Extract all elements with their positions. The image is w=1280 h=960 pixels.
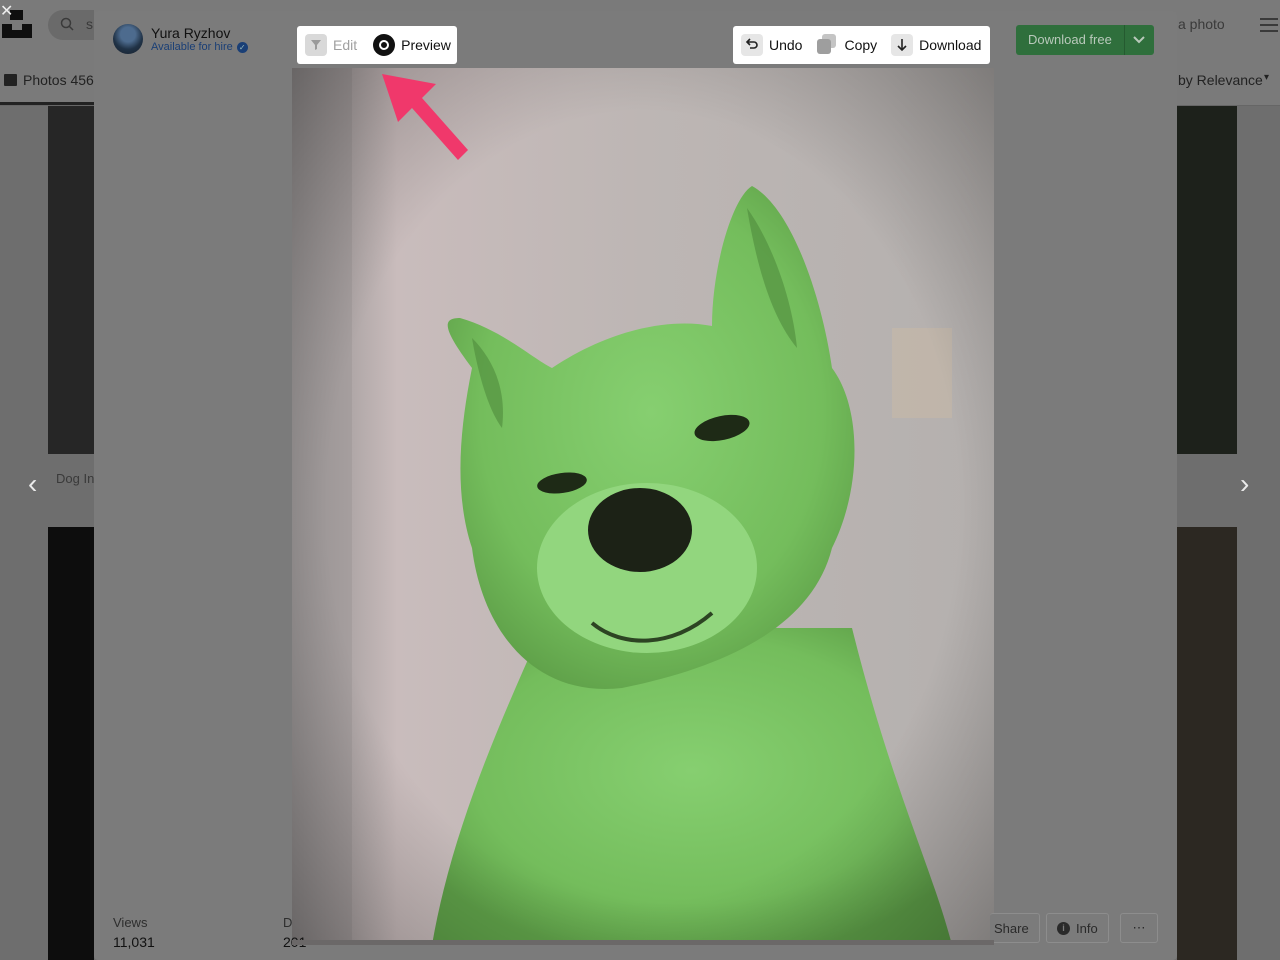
copy-button[interactable]: Copy [816, 33, 877, 58]
undo-button[interactable]: Undo [741, 34, 802, 56]
background-photo-tile[interactable] [48, 106, 94, 454]
copy-label: Copy [844, 37, 878, 53]
share-label: Share [994, 920, 1029, 936]
edit-toolbar: Edit Preview [297, 26, 457, 64]
background-photo-tile[interactable] [1177, 527, 1237, 960]
chevron-down-icon: ▾ [1264, 72, 1270, 83]
downloads-stat: D 201 [283, 915, 306, 953]
submit-photo-link-fragment[interactable]: a photo [1178, 16, 1225, 32]
chevron-left-icon[interactable]: ‹ [28, 470, 37, 498]
preview-button[interactable]: Preview [373, 34, 451, 56]
image-icon [4, 74, 17, 86]
active-tab-underline [0, 102, 94, 105]
chevron-right-icon[interactable]: › [1240, 470, 1249, 498]
views-label: Views [113, 915, 148, 930]
search-icon [60, 17, 74, 31]
share-button[interactable]: Share [990, 913, 1040, 943]
undo-label: Undo [769, 37, 803, 53]
verified-icon: ✓ [236, 41, 248, 53]
avatar[interactable] [113, 24, 143, 54]
annotation-arrow [382, 74, 468, 160]
author-name[interactable]: Yura Ryzhov [151, 25, 248, 41]
background-photo-tile[interactable] [48, 527, 94, 960]
edit-label: Edit [333, 37, 358, 53]
background-photo-tile[interactable] [1177, 106, 1237, 454]
more-button[interactable]: ⋯ [1120, 913, 1158, 943]
undo-icon [741, 34, 763, 56]
copy-icon [816, 33, 838, 58]
photo-bottom-edge [292, 940, 994, 945]
filter-icon [305, 34, 327, 56]
views-value: 11,031 [113, 934, 155, 950]
info-label: Info [1076, 920, 1098, 936]
author-status[interactable]: Available for hire [151, 41, 233, 53]
download-label: Download [919, 37, 982, 53]
close-icon[interactable]: ✕ [0, 4, 13, 20]
background-caption: Dog In [56, 471, 95, 486]
tab-photos[interactable]: Photos 456 [4, 72, 94, 88]
more-icon: ⋯ [1132, 920, 1146, 935]
preview-label: Preview [401, 37, 451, 53]
eye-icon [373, 34, 396, 56]
tab-photos-label: Photos 456 [23, 72, 94, 88]
search-text-fragment: s [86, 16, 93, 32]
views-stat: Views 11,031 [113, 915, 155, 953]
hamburger-icon[interactable] [1260, 18, 1278, 32]
action-toolbar: Undo Copy Download [733, 26, 990, 64]
edit-button[interactable]: Edit [305, 34, 357, 56]
main-photo[interactable] [292, 68, 994, 945]
sort-dropdown[interactable]: by Relevance [1178, 72, 1263, 88]
download-free-group: Download free [1016, 25, 1154, 55]
chevron-down-icon [1133, 36, 1146, 44]
info-button[interactable]: i Info [1046, 913, 1109, 943]
download-options-button[interactable] [1123, 25, 1154, 55]
info-icon: i [1057, 921, 1070, 935]
download-free-button[interactable]: Download free [1016, 25, 1124, 55]
download-arrow-icon [891, 34, 914, 56]
downloads-label: D [283, 915, 293, 930]
author-info[interactable]: Yura Ryzhov Available for hire ✓ [113, 24, 248, 54]
download-button[interactable]: Download [891, 34, 981, 56]
